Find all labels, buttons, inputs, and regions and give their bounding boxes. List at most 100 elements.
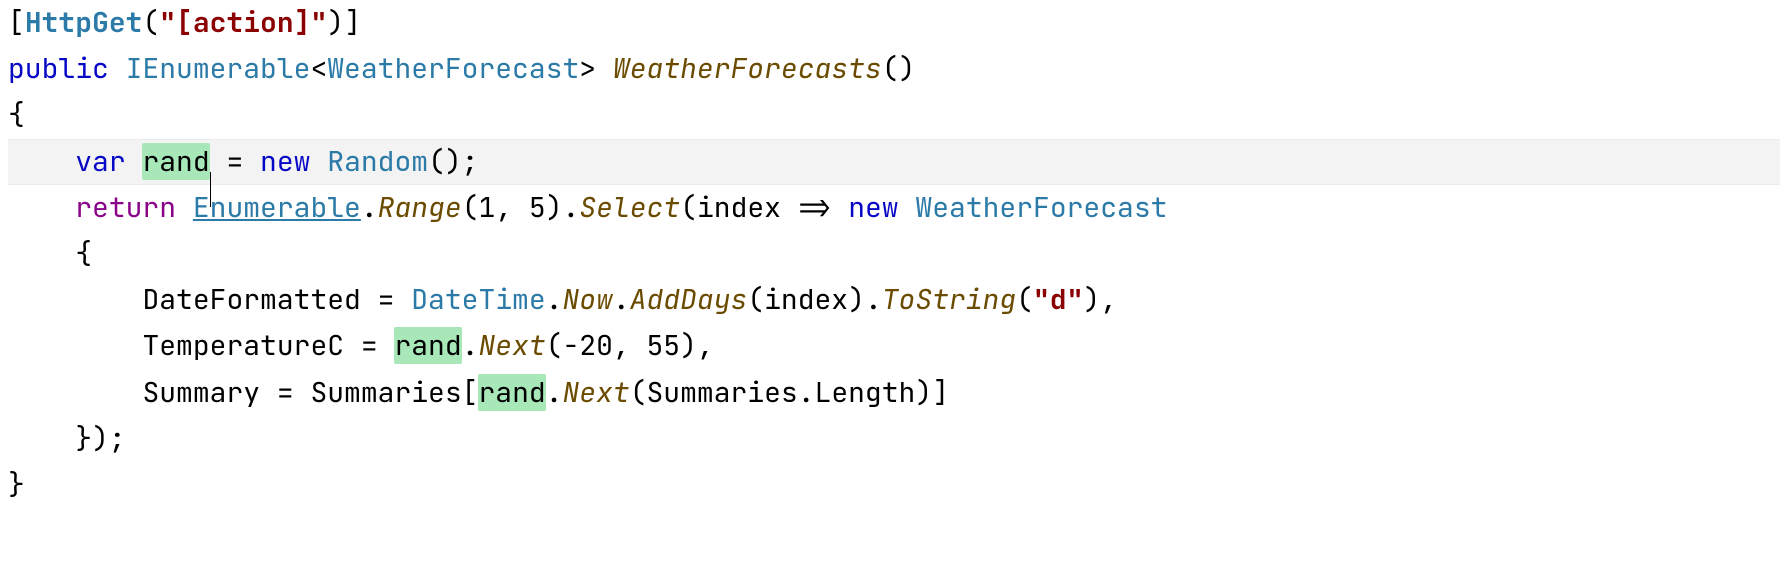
indent-guide	[8, 143, 42, 180]
number-1: 1	[479, 189, 496, 226]
method-adddays: AddDays	[630, 281, 748, 318]
angle-open: <	[310, 50, 327, 87]
dot: .	[563, 189, 580, 226]
code-line: {	[8, 96, 25, 133]
paren-open: (	[462, 189, 479, 226]
assign: =	[210, 143, 260, 180]
assign: =	[344, 327, 394, 364]
highlighted-identifier-rand: rand	[394, 327, 461, 364]
code-line: public IEnumerable<WeatherForecast> Weat…	[8, 50, 915, 87]
type-ienumerable: IEnumerable	[126, 50, 311, 87]
property-now: Now	[562, 281, 612, 318]
indent-guide	[8, 374, 42, 411]
attribute-name: HttpGet	[25, 4, 143, 41]
type-weatherforecast: WeatherForecast	[327, 50, 579, 87]
method-tostring: ToString	[882, 281, 1016, 318]
arg-index: index	[764, 281, 848, 318]
property-temperaturec: TemperatureC	[142, 327, 344, 364]
comma: ,	[495, 189, 529, 226]
dot: .	[613, 281, 630, 318]
dot: .	[462, 327, 479, 364]
indent-guide	[8, 281, 42, 318]
method-next: Next	[562, 374, 629, 411]
keyword-new: new	[848, 189, 898, 226]
ctor-call: ();	[428, 143, 478, 180]
brace-close: }	[8, 466, 25, 503]
indent-guide	[75, 281, 109, 318]
bracket-close: ]	[344, 4, 361, 41]
type-weatherforecast: WeatherForecast	[915, 189, 1167, 226]
paren-open: (	[1016, 281, 1033, 318]
indent-guide	[75, 327, 109, 364]
indent-guide	[75, 374, 109, 411]
index-open: [	[462, 374, 479, 411]
comma: ,	[613, 327, 647, 364]
property-length: Length	[815, 374, 916, 411]
paren-open: (	[142, 4, 159, 41]
comma: ,	[1100, 281, 1117, 318]
code-line: [HttpGet("[action]")]	[8, 4, 361, 41]
indent-guide	[8, 189, 42, 226]
code-line: });	[8, 420, 126, 457]
keyword-return: return	[75, 189, 176, 226]
string-body: d	[1050, 281, 1067, 318]
keyword-new: new	[260, 143, 310, 180]
type-random: Random	[327, 143, 428, 180]
dot: .	[546, 281, 563, 318]
paren-close: )	[680, 327, 697, 364]
bracket-open: [	[8, 4, 25, 41]
code-line: }	[8, 466, 25, 503]
indent-guide	[8, 420, 42, 457]
brace-close: });	[75, 420, 125, 457]
string-quote: "	[159, 4, 176, 41]
indent-guide	[8, 327, 42, 364]
parens: ()	[882, 50, 916, 87]
string-body: [action]	[176, 4, 310, 41]
string-quote: "	[310, 4, 327, 41]
assign: =	[361, 281, 411, 318]
keyword-public: public	[8, 50, 109, 87]
code-editor[interactable]: [HttpGet("[action]")] public IEnumerable…	[0, 0, 1788, 516]
identifier-summaries: Summaries	[647, 374, 798, 411]
identifier-summaries: Summaries	[310, 374, 461, 411]
string-quote: "	[1067, 281, 1084, 318]
dot: .	[865, 281, 882, 318]
paren-close: )	[327, 4, 344, 41]
property-dateformatted: DateFormatted	[142, 281, 360, 318]
method-range: Range	[378, 189, 462, 226]
code-line: Summary = Summaries[rand.Next(Summaries.…	[8, 374, 949, 411]
highlighted-identifier-rand: rand	[478, 374, 545, 411]
type-enumerable: Enumerable	[193, 189, 361, 226]
indent-guide	[8, 235, 42, 272]
comma: ,	[697, 327, 714, 364]
paren-open: (	[546, 327, 563, 364]
keyword-var: var	[75, 143, 125, 180]
number-55: 55	[647, 327, 681, 364]
method-next: Next	[478, 327, 545, 364]
property-summary: Summary	[142, 374, 260, 411]
brace-open: {	[8, 96, 25, 133]
paren-open: (	[747, 281, 764, 318]
number-neg20: -20	[562, 327, 612, 364]
method-name: WeatherForecasts	[613, 50, 882, 87]
brace-open: {	[75, 235, 92, 272]
code-line: return Enumerable.Range(1, 5).Select(ind…	[8, 189, 1167, 226]
method-select: Select	[579, 189, 680, 226]
type-datetime: DateTime	[411, 281, 545, 318]
current-line: var rand = new Random();	[8, 139, 1780, 185]
string-quote: "	[1033, 281, 1050, 318]
lambda-arrow: =>	[781, 189, 848, 226]
index-close: ]	[932, 374, 949, 411]
dot: .	[546, 374, 563, 411]
paren-close: )	[1083, 281, 1100, 318]
lambda-param-index: index	[697, 189, 781, 226]
angle-close: >	[579, 50, 596, 87]
assign: =	[260, 374, 310, 411]
code-line: DateFormatted = DateTime.Now.AddDays(ind…	[8, 281, 1117, 318]
highlighted-identifier-rand: rand	[142, 143, 209, 180]
paren-open: (	[680, 189, 697, 226]
paren-close: )	[546, 189, 563, 226]
paren-close: )	[915, 374, 932, 411]
paren-open: (	[630, 374, 647, 411]
dot: .	[361, 189, 378, 226]
